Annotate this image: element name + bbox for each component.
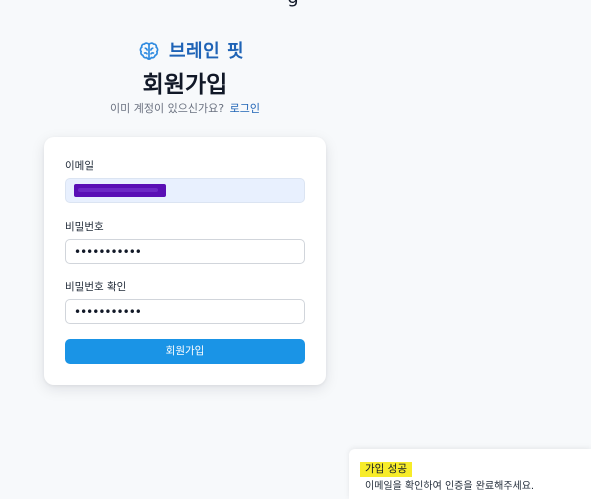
toast-message: 이메일을 확인하여 인증을 완료해주세요. (365, 481, 535, 492)
signup-form-card: 이메일 비밀번호 ••••••••••• 비밀번호 확인 •••••••••••… (44, 137, 326, 385)
login-prompt: 이미 계정이 있으신가요? 로그인 (0, 101, 370, 117)
partial-top-glyph: g (284, 0, 302, 7)
email-label: 이메일 (65, 160, 94, 172)
brand-header: 브레인 핏 (137, 38, 244, 66)
password-confirm-field[interactable]: ••••••••••• (65, 299, 305, 324)
login-prompt-text: 이미 계정이 있으신가요? (110, 102, 225, 115)
email-field[interactable] (65, 178, 305, 203)
password-confirm-label: 비밀번호 확인 (65, 281, 127, 293)
redacted-email-value (74, 184, 166, 197)
page-title: 회원가입 (142, 72, 228, 98)
password-confirm-masked-value: ••••••••••• (74, 304, 142, 319)
password-masked-value: ••••••••••• (74, 244, 142, 259)
login-link[interactable]: 로그인 (230, 102, 260, 115)
signup-submit-button[interactable]: 회원가입 (65, 339, 305, 364)
password-field[interactable]: ••••••••••• (65, 239, 305, 264)
toast-title: 가입 성공 (360, 462, 412, 477)
password-label: 비밀번호 (65, 221, 104, 233)
signup-success-toast[interactable]: 가입 성공 이메일을 확인하여 인증을 완료해주세요. (349, 449, 591, 499)
brain-icon (137, 40, 161, 64)
brand-name: 브레인 핏 (169, 41, 245, 62)
